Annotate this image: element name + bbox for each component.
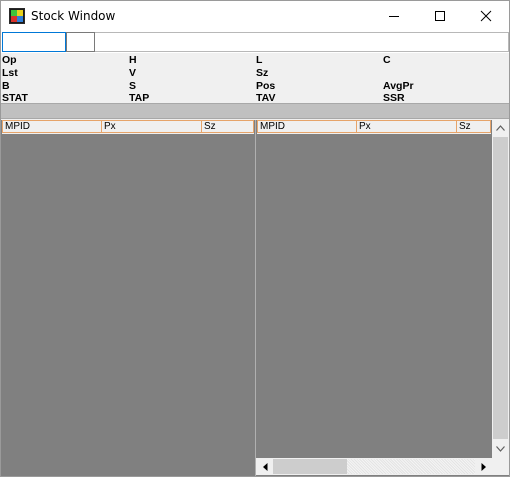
stat-close-label: C xyxy=(383,54,391,66)
symbol-input[interactable] xyxy=(2,32,66,52)
stat-bid-label: B xyxy=(2,80,10,92)
chevron-up-icon xyxy=(496,125,505,131)
horizontal-scroll-thumb[interactable] xyxy=(273,459,347,474)
stat-open-label: Op xyxy=(2,54,17,66)
vertical-scrollbar[interactable] xyxy=(492,120,509,458)
chevron-down-icon xyxy=(496,446,505,452)
scroll-down-button[interactable] xyxy=(492,441,509,458)
left-grid-header: MPID Px Sz xyxy=(2,120,254,134)
maximize-icon xyxy=(435,11,445,21)
vertical-scroll-thumb[interactable] xyxy=(493,137,508,439)
scroll-left-button[interactable] xyxy=(256,458,273,475)
scroll-right-button[interactable] xyxy=(475,458,492,475)
stat-high-label: H xyxy=(129,54,137,66)
option-box[interactable] xyxy=(66,32,95,52)
stat-volume-label: V xyxy=(129,67,137,79)
column-header-size[interactable]: Sz xyxy=(202,121,254,133)
input-toolbar xyxy=(1,31,509,53)
stat-position-label: Pos xyxy=(256,80,276,92)
stock-window: Stock Window Op H L C Lst V Sz B S Pos A… xyxy=(0,0,510,477)
scroll-up-button[interactable] xyxy=(492,120,509,137)
minimize-icon xyxy=(389,16,399,17)
column-header-mpid[interactable]: MPID xyxy=(257,121,357,133)
quote-stats-panel: Op H L C Lst V Sz B S Pos AvgPr STAT TAP… xyxy=(1,53,509,104)
stat-last-label: Lst xyxy=(2,67,18,79)
stat-size-label: Sz xyxy=(256,67,269,79)
column-header-size[interactable]: Sz xyxy=(457,121,491,133)
horizontal-scroll-track[interactable] xyxy=(347,459,475,474)
title-bar[interactable]: Stock Window xyxy=(1,1,509,31)
stat-sell-label: S xyxy=(129,80,137,92)
right-quote-grid[interactable]: MPID Px Sz xyxy=(256,120,509,476)
status-strip xyxy=(1,103,509,119)
close-button[interactable] xyxy=(463,1,509,31)
column-header-mpid[interactable]: MPID xyxy=(2,121,102,133)
column-header-price[interactable]: Px xyxy=(357,121,457,133)
right-grid-header: MPID Px Sz xyxy=(257,120,491,134)
minimize-button[interactable] xyxy=(371,1,417,31)
scrollbar-corner xyxy=(492,458,509,475)
window-title: Stock Window xyxy=(31,9,116,23)
info-field[interactable] xyxy=(95,32,509,52)
column-header-price[interactable]: Px xyxy=(102,121,202,133)
app-grid-icon xyxy=(9,8,25,24)
maximize-button[interactable] xyxy=(417,1,463,31)
chevron-left-icon xyxy=(263,463,268,471)
close-icon xyxy=(480,10,492,22)
horizontal-scrollbar[interactable] xyxy=(256,458,492,475)
stat-low-label: L xyxy=(256,54,263,66)
stat-avg-price-label: AvgPr xyxy=(383,80,414,92)
chevron-right-icon xyxy=(481,463,486,471)
left-quote-grid[interactable]: MPID Px Sz xyxy=(1,120,255,476)
